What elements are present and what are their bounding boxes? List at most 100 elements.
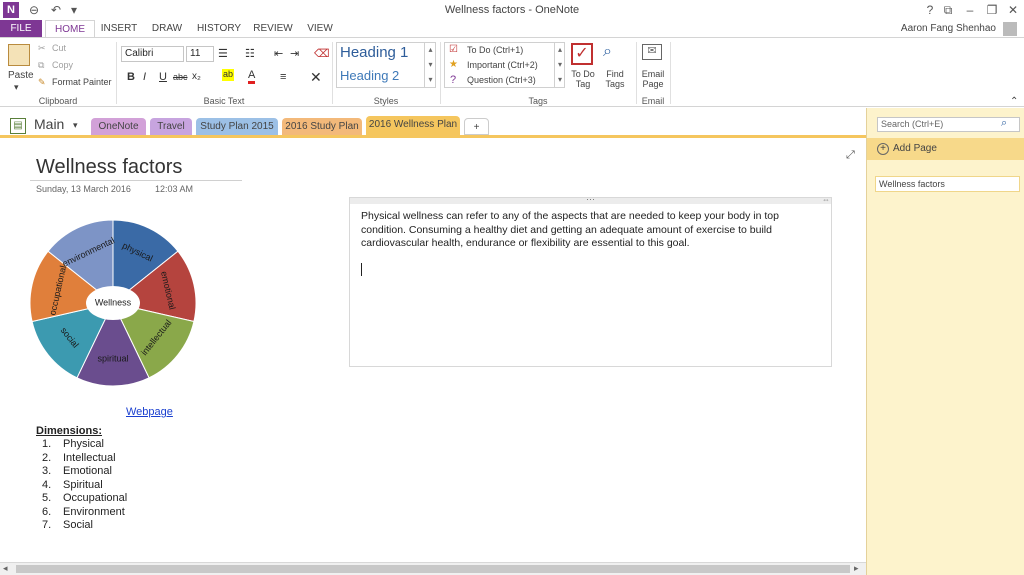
tab-review[interactable]: REVIEW	[252, 20, 294, 37]
email-group-label: Email	[641, 96, 665, 106]
avatar[interactable]	[1003, 22, 1017, 36]
section-tab-2016-wellness-plan[interactable]: 2016 Wellness Plan	[366, 116, 460, 136]
paste-button[interactable]: Paste	[8, 70, 34, 81]
add-icon: +	[877, 143, 889, 155]
copy-icon[interactable]: ⧉	[38, 60, 44, 71]
section-tab-onenote[interactable]: OneNote	[91, 118, 146, 135]
subscript-button[interactable]: x₂	[192, 71, 201, 82]
horizontal-scrollbar[interactable]: ◂ ▸	[0, 562, 866, 575]
italic-button[interactable]: I	[143, 71, 146, 83]
find-tags-icon[interactable]: ⌕	[603, 43, 612, 61]
ribbon: Paste ▾ ✂ Cut ⧉ Copy ✎ Format Painter Cl…	[0, 37, 1024, 107]
add-section-button[interactable]: +	[464, 118, 489, 135]
font-color-icon[interactable]: A	[248, 69, 256, 84]
notebook-name[interactable]: Main	[34, 116, 64, 132]
page-time: 12:03 AM	[155, 184, 194, 194]
tag-todo[interactable]: To Do (Ctrl+1)	[467, 45, 523, 55]
strikethrough-button[interactable]: abc	[173, 72, 188, 82]
basic-text-group-label: Basic Text	[203, 96, 245, 106]
cut-button[interactable]: Cut	[52, 43, 66, 53]
collapse-ribbon-icon[interactable]: ⌃	[1010, 96, 1018, 107]
tab-view[interactable]: VIEW	[302, 20, 338, 37]
underline-button[interactable]: U	[159, 71, 167, 83]
list-label: Spiritual	[63, 478, 103, 491]
scrollbar-thumb[interactable]	[16, 565, 850, 573]
tag-question[interactable]: Question (Ctrl+3)	[467, 75, 536, 85]
search-input[interactable]: Search (Ctrl+E)	[877, 117, 1020, 132]
page-canvas[interactable]: Wellness factors Sunday, 13 March 2016 1…	[0, 138, 866, 562]
tab-history[interactable]: HISTORY	[194, 20, 244, 37]
note-move-icon[interactable]: ⋯	[586, 194, 595, 205]
tab-home[interactable]: HOME	[45, 20, 95, 37]
restore-button[interactable]: ❐	[984, 2, 1000, 18]
email-page-label-line2: Page	[642, 79, 664, 89]
search-icon[interactable]: ⌕	[1001, 117, 1007, 130]
scroll-right-icon[interactable]: ▸	[854, 563, 859, 574]
font-name-select[interactable]: Calibri	[121, 46, 184, 62]
decrease-indent-icon[interactable]: ⇤	[274, 47, 283, 60]
list-number: 4.	[42, 478, 52, 491]
add-page-button[interactable]: + Add Page	[867, 138, 1024, 160]
paste-dropdown-icon[interactable]: ▾	[14, 82, 19, 93]
tab-file[interactable]: FILE	[0, 20, 42, 37]
page-title[interactable]: Wellness factors	[36, 156, 182, 179]
list-label: Intellectual	[63, 451, 116, 464]
help-button[interactable]: ?	[922, 2, 938, 18]
notebook-icon[interactable]: ▤	[10, 118, 26, 134]
clipboard-icon[interactable]	[8, 44, 30, 66]
section-tab-2016-study-plan[interactable]: 2016 Study Plan	[282, 118, 362, 135]
clear-formatting-icon[interactable]: ⌫	[314, 47, 330, 60]
scroll-left-icon[interactable]: ◂	[3, 563, 8, 574]
email-page-button[interactable]: Email Page	[640, 69, 666, 89]
todo-tag-icon[interactable]: ✓	[571, 43, 593, 65]
note-text[interactable]: Physical wellness can refer to any of th…	[361, 210, 821, 251]
find-tags-label-line1: Find	[606, 69, 624, 79]
tab-insert[interactable]: INSERT	[98, 20, 140, 37]
list-label: Occupational	[63, 492, 128, 504]
heading1-style[interactable]: Heading 1	[340, 44, 408, 61]
styles-scroll-icon[interactable]: ▴ ▾ ▾	[424, 42, 436, 88]
find-tags-button[interactable]: Find Tags	[603, 69, 627, 89]
bold-button[interactable]: B	[127, 71, 135, 83]
highlight-icon[interactable]: ab	[222, 69, 234, 81]
delete-icon[interactable]: ✕	[310, 69, 322, 86]
divider	[440, 42, 441, 104]
dimensions-heading: Dimensions:	[36, 425, 103, 437]
increase-indent-icon[interactable]: ⇥	[290, 47, 299, 60]
window-title: Wellness factors - OneNote	[444, 4, 580, 16]
bullets-icon[interactable]: ☰	[218, 47, 228, 60]
note-container[interactable]: ⋯ ⇔ Physical wellness can refer to any o…	[349, 194, 832, 367]
tag-important[interactable]: Important (Ctrl+2)	[467, 60, 538, 70]
list-label: Physical	[63, 438, 104, 450]
notebook-dropdown-icon[interactable]: ▾	[73, 120, 78, 131]
user-name[interactable]: Aaron Fang Shenhao	[901, 23, 996, 34]
page-list-pane: Search (Ctrl+E) ⌕ + Add Page Wellness fa…	[866, 108, 1024, 575]
align-icon[interactable]: ≡	[280, 71, 286, 83]
email-page-label-line1: Email	[641, 69, 665, 79]
list-number: 5.	[42, 492, 52, 504]
full-page-view-button[interactable]: ⧉	[940, 2, 956, 18]
note-resize-icon[interactable]: ⇔	[822, 195, 830, 204]
tab-draw[interactable]: DRAW	[146, 20, 188, 37]
expand-icon[interactable]: ⤢	[846, 149, 855, 162]
section-tab-travel[interactable]: Travel	[150, 118, 192, 135]
todo-tag-button[interactable]: To Do Tag	[571, 69, 595, 89]
email-icon[interactable]: ✉	[642, 44, 662, 60]
numbering-icon[interactable]: ☷	[245, 47, 255, 60]
cut-icon[interactable]: ✂	[38, 43, 46, 54]
heading2-style[interactable]: Heading 2	[340, 68, 399, 83]
divider	[332, 42, 333, 104]
format-painter-icon[interactable]: ✎	[38, 77, 46, 88]
todo-tag-label-line1: To Do	[571, 69, 595, 79]
copy-button[interactable]: Copy	[52, 60, 73, 70]
close-button[interactable]: ✕	[1005, 2, 1021, 18]
styles-group-label: Styles	[373, 96, 399, 106]
tags-scroll-icon[interactable]: ▴ ▾ ▾	[554, 42, 565, 88]
minimize-button[interactable]: –	[962, 2, 978, 18]
list-number: 1.	[42, 438, 52, 450]
font-size-select[interactable]: 11	[186, 46, 214, 62]
format-painter-button[interactable]: Format Painter	[52, 77, 112, 87]
webpage-link[interactable]: Webpage	[126, 406, 173, 418]
section-tab-study-plan-2015[interactable]: Study Plan 2015	[196, 118, 278, 135]
page-list-item[interactable]: Wellness factors	[875, 176, 1020, 192]
